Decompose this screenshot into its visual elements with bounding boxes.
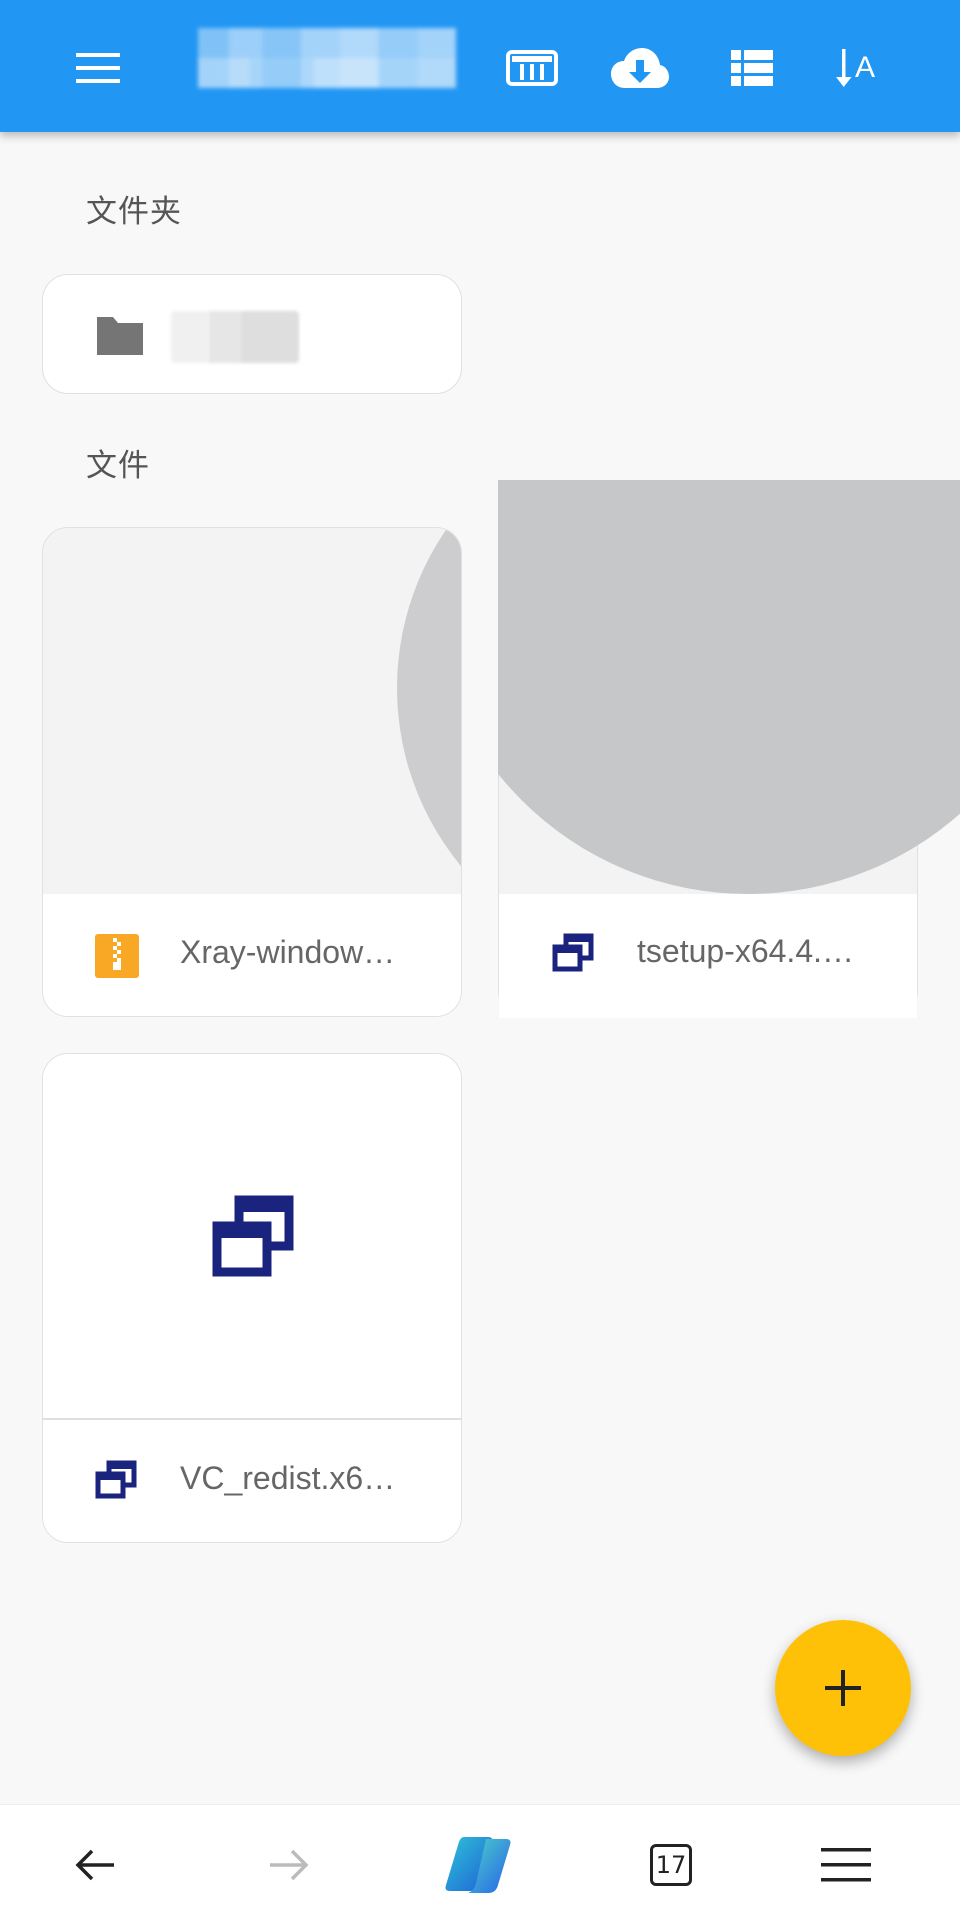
executable-icon — [211, 1194, 295, 1283]
browser-bottom-bar: 17 — [0, 1804, 960, 1920]
copilot-icon[interactable] — [440, 1835, 516, 1895]
executable-icon — [552, 933, 594, 978]
cloud-download-icon[interactable] — [608, 36, 672, 100]
file-name: tsetup-x64.4.… — [637, 933, 854, 969]
file-manager-page: A 文件夹 文件 Xray-window… tsetup-x64.4.… VC_… — [0, 0, 960, 1920]
back-arrow-icon[interactable] — [58, 1835, 134, 1895]
touch-ripple — [397, 528, 461, 894]
menu-icon[interactable] — [66, 36, 130, 100]
file-name: VC_redist.x6… — [180, 1460, 396, 1496]
file-name: Xray-window… — [180, 934, 396, 970]
menu-icon[interactable] — [808, 1835, 884, 1895]
folder-icon — [95, 313, 145, 362]
folder-card[interactable] — [42, 274, 462, 394]
svg-text:A: A — [855, 51, 875, 84]
view-icon[interactable] — [500, 36, 564, 100]
app-title — [198, 28, 456, 88]
tabs-icon[interactable]: 17 — [633, 1835, 709, 1895]
folder-name — [171, 311, 299, 363]
top-app-bar: A — [0, 0, 960, 132]
file-preview — [499, 528, 917, 894]
files-section-title: 文件 — [86, 448, 150, 483]
file-preview — [43, 1054, 461, 1420]
sort-icon[interactable]: A — [826, 36, 890, 100]
add-button[interactable] — [775, 1620, 911, 1756]
tab-count: 17 — [650, 1844, 692, 1886]
file-card-vc-redist[interactable]: VC_redist.x6… — [42, 1053, 462, 1543]
file-card-xray[interactable]: Xray-window… — [42, 527, 462, 1017]
executable-icon — [95, 1460, 137, 1505]
plus-icon — [825, 1670, 861, 1706]
forward-arrow-icon[interactable] — [250, 1835, 326, 1895]
file-card-footer: Xray-window… — [43, 894, 461, 1016]
file-preview — [43, 528, 461, 894]
zip-archive-icon — [95, 934, 139, 983]
file-card-footer: VC_redist.x6… — [43, 1420, 461, 1542]
list-view-icon[interactable] — [720, 36, 784, 100]
folders-section-title: 文件夹 — [86, 194, 182, 229]
